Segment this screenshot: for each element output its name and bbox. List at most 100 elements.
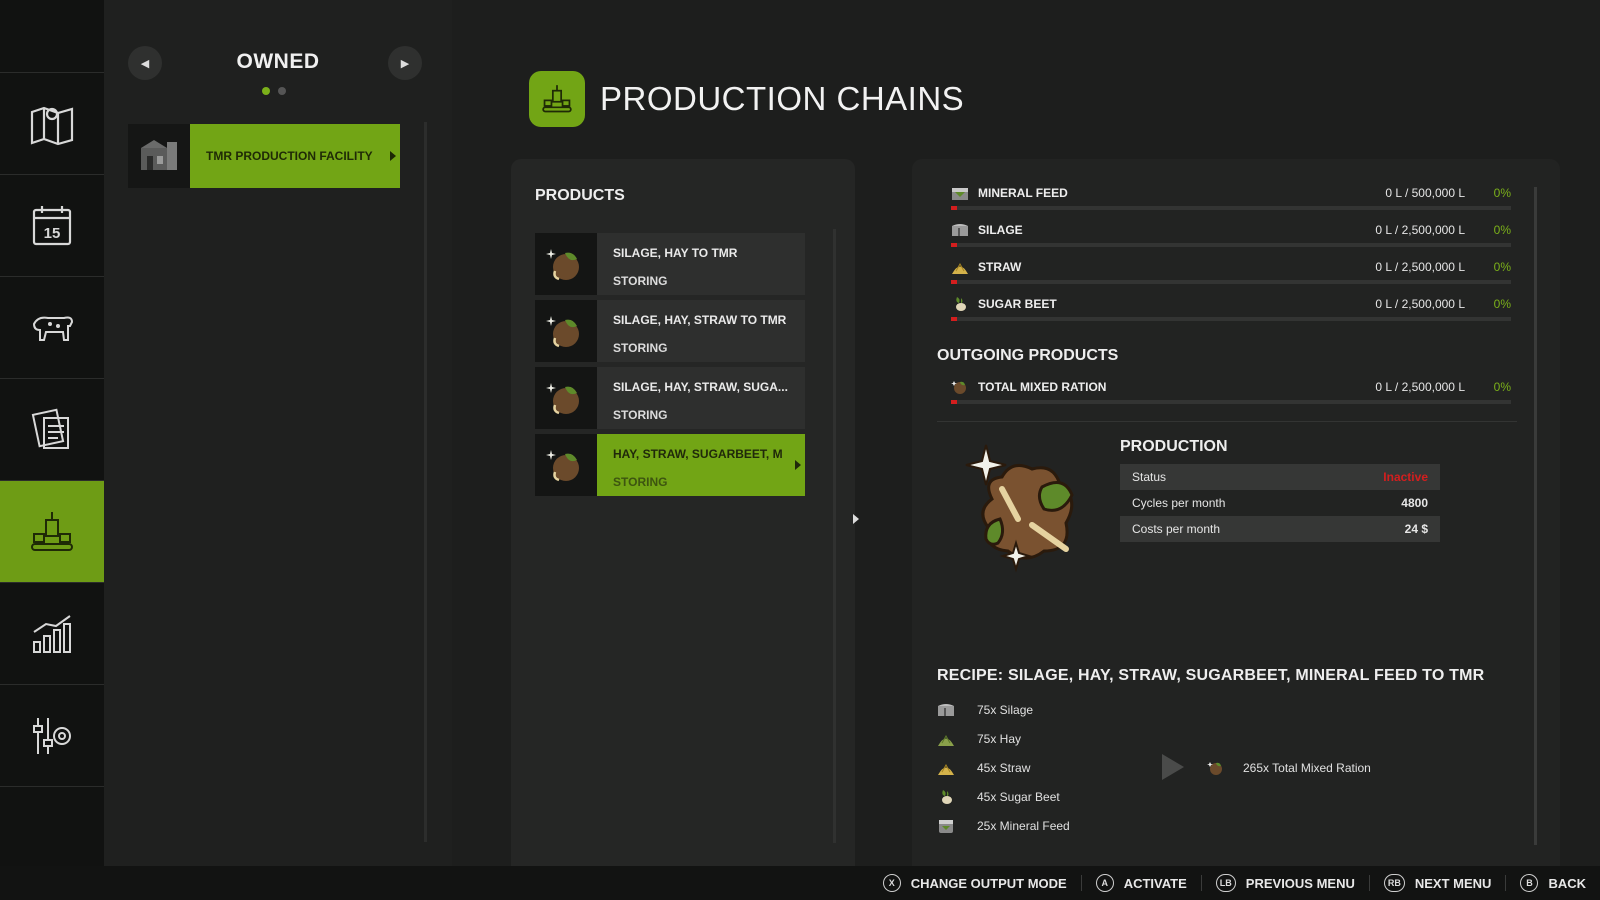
product-name: HAY, STRAW, SUGARBEET, M — [613, 447, 783, 461]
item-percent: 0% — [1493, 260, 1511, 274]
row-label: Cycles per month — [1132, 496, 1226, 510]
selected-arrow-icon — [795, 460, 801, 470]
item-amount: 0 L / 2,500,000 L — [1375, 260, 1465, 274]
hint-label: NEXT MENU — [1414, 875, 1492, 891]
hint-back[interactable]: B BACK — [1520, 874, 1586, 892]
hint-change-output-mode[interactable]: X CHANGE OUTPUT MODE — [882, 874, 1067, 892]
product-item-selected[interactable]: HAY, STRAW, SUGARBEET, M STORING — [535, 434, 805, 496]
page-indicator — [262, 87, 286, 95]
item-amount: 0 L / 2,500,000 L — [1375, 223, 1465, 237]
recipe-output: 265x Total Mixed Ration — [1207, 757, 1371, 779]
fill-bar — [951, 206, 1511, 210]
production-row-cycles: Cycles per month 4800 — [1120, 490, 1440, 516]
incoming-row-silage: SILAGE 0 L / 2,500,000 L 0% — [951, 220, 1511, 250]
owned-scrollbar[interactable] — [424, 122, 427, 842]
row-value: Inactive — [1383, 470, 1428, 484]
item-amount: 0 L / 500,000 L — [1385, 186, 1465, 200]
hint-next-menu[interactable]: RB NEXT MENU — [1383, 874, 1492, 892]
sidebar-item-production[interactable] — [0, 480, 110, 582]
facility-thumbnail — [128, 124, 190, 188]
input-hints-bar: X CHANGE OUTPUT MODE A ACTIVATE LB PREVI… — [0, 866, 1600, 900]
tmr-icon — [546, 249, 579, 281]
facility-label-box: TMR PRODUCTION FACILITY — [190, 124, 400, 188]
product-state: STORING — [613, 341, 668, 355]
facility-item-tmr[interactable]: TMR PRODUCTION FACILITY — [128, 124, 400, 188]
product-item[interactable]: SILAGE, HAY TO TMR STORING — [535, 233, 805, 295]
recipe-input: 75x Silage — [937, 699, 1033, 721]
hint-previous-menu[interactable]: LB PREVIOUS MENU — [1215, 874, 1355, 892]
row-label: Costs per month — [1132, 522, 1221, 536]
details-panel: MINERAL FEED 0 L / 500,000 L 0% SILAGE 0… — [912, 159, 1560, 866]
page-dot-2[interactable] — [278, 87, 286, 95]
details-scrollbar[interactable] — [1534, 187, 1537, 845]
product-name: SILAGE, HAY, STRAW TO TMR — [613, 313, 787, 327]
fill-bar-level — [951, 280, 957, 284]
product-item[interactable]: SILAGE, HAY, STRAW TO TMR STORING — [535, 300, 805, 362]
hint-separator — [1505, 875, 1507, 891]
product-body: SILAGE, HAY, STRAW TO TMR STORING — [597, 300, 805, 362]
fill-bar-level — [951, 206, 957, 210]
hay-icon — [938, 734, 954, 746]
tmr-icon — [951, 381, 966, 394]
tmr-icon — [546, 450, 579, 482]
recipe-title: RECIPE: SILAGE, HAY, STRAW, SUGARBEET, M… — [937, 667, 1485, 684]
page-dot-1[interactable] — [262, 87, 270, 95]
outgoing-title: OUTGOING PRODUCTS — [937, 347, 1119, 364]
expand-arrow-icon[interactable] — [853, 514, 859, 524]
hint-separator — [1080, 875, 1082, 891]
production-row-costs: Costs per month 24 $ — [1120, 516, 1440, 542]
contracts-icon — [31, 408, 69, 449]
product-body: SILAGE, HAY TO TMR STORING — [597, 233, 805, 295]
product-thumbnail — [535, 233, 597, 295]
recipe-input-label: 75x Silage — [977, 703, 1034, 717]
sidebar-item-settings[interactable] — [0, 684, 104, 786]
lb-button-icon: LB — [1215, 874, 1236, 892]
sidebar-item-calendar[interactable]: 15 — [0, 174, 104, 276]
sugar-beet-icon — [942, 790, 952, 804]
sidebar-item-contracts[interactable] — [0, 378, 104, 480]
sidebar-item-animals[interactable] — [0, 276, 104, 378]
production-icon — [31, 511, 73, 551]
facility-label: TMR PRODUCTION FACILITY — [206, 149, 373, 163]
calendar-icon: 15 — [32, 205, 72, 245]
recipe-input-label: 25x Mineral Feed — [977, 819, 1070, 833]
owned-next-button[interactable]: ▶ — [388, 46, 422, 80]
fill-bar-level — [951, 317, 957, 321]
silage-icon — [938, 704, 954, 716]
straw-icon — [952, 262, 968, 274]
item-name: TOTAL MIXED RATION — [978, 380, 1107, 394]
item-percent: 0% — [1493, 380, 1511, 394]
animals-icon — [32, 316, 74, 341]
recipe-input-label: 45x Straw — [977, 761, 1031, 775]
hint-separator — [1200, 875, 1202, 891]
tmr-icon — [546, 383, 579, 415]
hint-separator — [1368, 875, 1370, 891]
map-icon — [30, 106, 74, 145]
hint-activate[interactable]: A ACTIVATE — [1095, 874, 1187, 892]
product-thumbnail — [535, 300, 597, 362]
product-body: HAY, STRAW, SUGARBEET, M STORING — [597, 434, 805, 496]
product-body: SILAGE, HAY, STRAW, SUGA... STORING — [597, 367, 805, 429]
a-button-icon: A — [1095, 874, 1114, 892]
owned-panel: ◀ OWNED ▶ TMR PRODUCTION FACILITY — [104, 0, 452, 866]
fill-bar-level — [951, 243, 957, 247]
tmr-large-icon — [965, 444, 1074, 573]
recipe-output-label: 265x Total Mixed Ration — [1243, 761, 1371, 775]
row-value: 4800 — [1401, 496, 1428, 510]
sidebar-item-map[interactable] — [0, 72, 104, 174]
products-scrollbar[interactable] — [833, 229, 836, 843]
product-item[interactable]: SILAGE, HAY, STRAW, SUGA... STORING — [535, 367, 805, 429]
recipe-arrow-icon — [1162, 754, 1184, 780]
rb-button-icon: RB — [1383, 874, 1405, 892]
product-name: SILAGE, HAY, STRAW, SUGA... — [613, 380, 788, 394]
item-amount: 0 L / 2,500,000 L — [1375, 297, 1465, 311]
facility-building-icon — [141, 140, 177, 170]
selected-arrow-icon — [390, 151, 396, 161]
recipe-input: 75x Hay — [937, 728, 1021, 750]
sidebar-item-statistics[interactable] — [0, 582, 104, 684]
x-button-icon: X — [882, 874, 901, 892]
item-name: STRAW — [978, 260, 1022, 274]
owned-prev-button[interactable]: ◀ — [128, 46, 162, 80]
settings-icon — [33, 717, 71, 754]
owned-title: OWNED — [236, 50, 320, 73]
